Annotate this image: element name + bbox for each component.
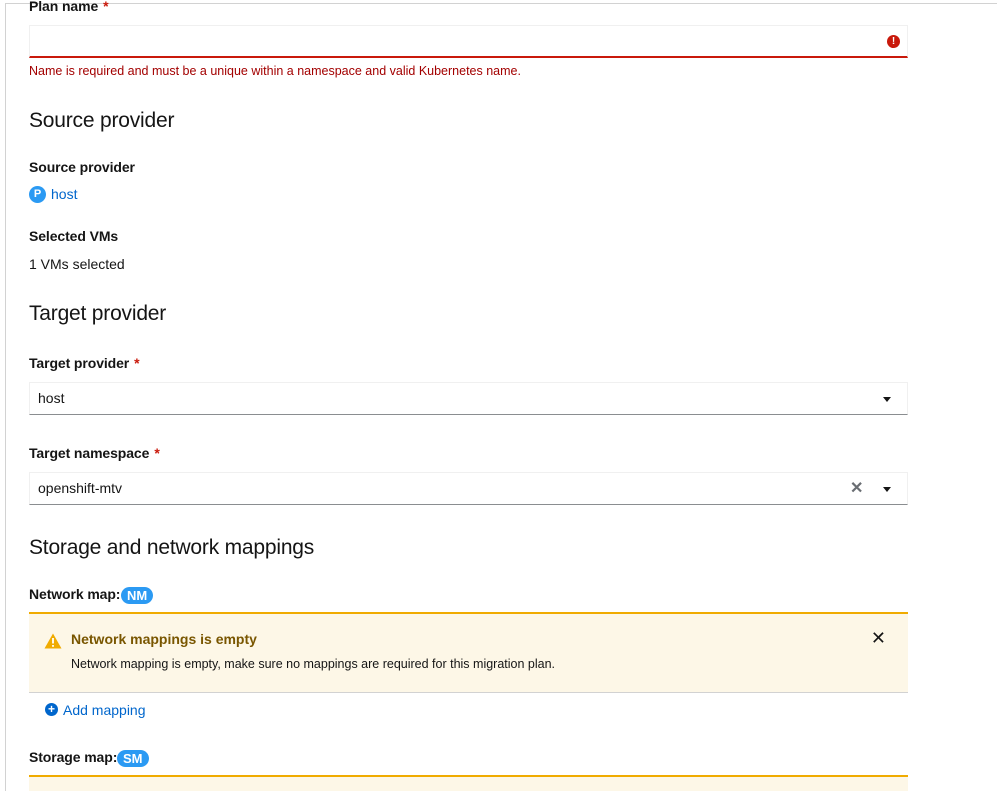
source-provider-link[interactable]: host — [51, 186, 77, 202]
source-provider-heading: Source provider — [29, 109, 175, 132]
network-mappings-warning-alert: Network mappings is empty Network mappin… — [29, 612, 908, 692]
target-namespace-select[interactable]: openshift-mtv ✕ — [29, 472, 908, 505]
storage-mappings-warning-alert — [29, 775, 908, 791]
required-marker: * — [103, 0, 109, 14]
required-marker: * — [154, 445, 160, 461]
selected-vms-label: Selected VMs — [29, 228, 119, 244]
alert-body: Network mapping is empty, make sure no m… — [71, 657, 556, 671]
storage-map-label: Storage map: — [29, 749, 118, 765]
plus-circle-icon: + — [45, 703, 58, 716]
target-namespace-label: Target namespace * — [29, 445, 160, 461]
top-divider — [5, 3, 997, 4]
selected-vms-value: 1 VMs selected — [29, 256, 125, 272]
exclamation-circle-icon: ! — [887, 35, 900, 48]
warning-triangle-icon — [44, 633, 62, 649]
alert-divider — [29, 692, 908, 693]
alert-title: Network mappings is empty — [71, 631, 257, 647]
caret-down-icon — [883, 487, 891, 492]
plan-name-input[interactable]: ! — [29, 25, 908, 58]
caret-down-icon — [883, 397, 891, 402]
target-provider-heading: Target provider — [29, 302, 167, 325]
network-map-badge: NM — [121, 587, 154, 604]
plan-name-label: Plan name * — [29, 0, 109, 14]
plan-name-error: Name is required and must be a unique wi… — [29, 64, 521, 78]
clear-icon[interactable]: ✕ — [850, 481, 863, 497]
required-marker: * — [134, 355, 140, 371]
provider-badge-icon: P — [29, 186, 46, 203]
add-mapping-label: Add mapping — [63, 702, 146, 718]
target-provider-label: Target provider * — [29, 355, 140, 371]
add-mapping-button[interactable]: + Add mapping — [45, 702, 155, 720]
source-provider-label: Source provider — [29, 159, 135, 175]
storage-map-badge: SM — [117, 750, 149, 767]
target-provider-select[interactable]: host — [29, 382, 908, 415]
close-icon[interactable]: ✕ — [871, 629, 886, 647]
network-map-label: Network map: — [29, 586, 121, 602]
left-divider — [5, 3, 6, 791]
mappings-heading: Storage and network mappings — [29, 536, 315, 559]
